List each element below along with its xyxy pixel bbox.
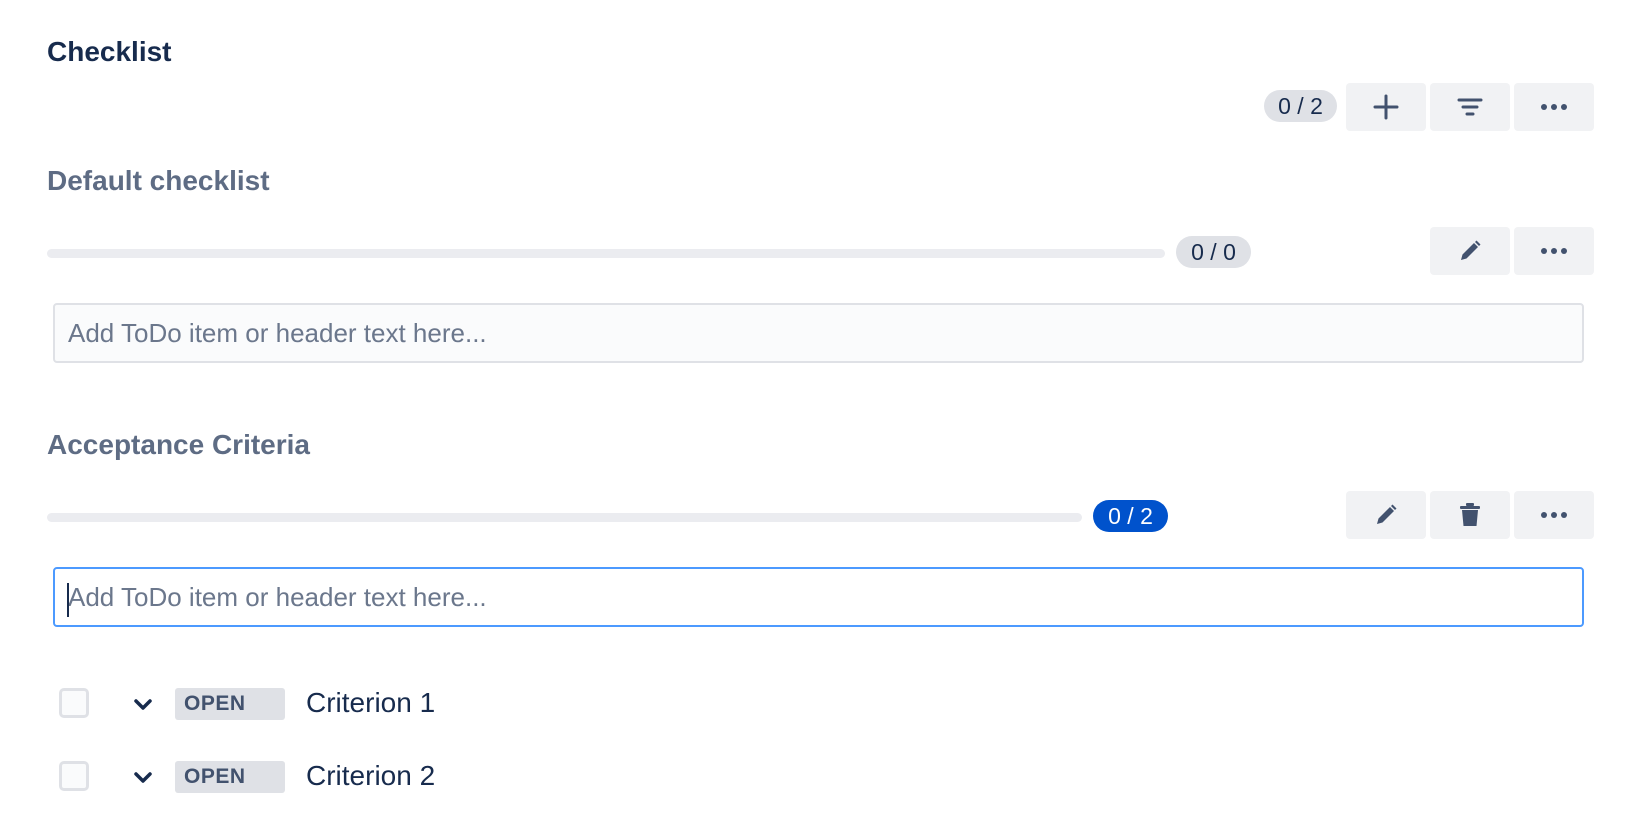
trash-icon	[1459, 503, 1481, 527]
add-item-input[interactable]	[53, 567, 1584, 627]
more-icon	[1540, 103, 1568, 111]
add-item-input[interactable]	[53, 303, 1584, 363]
more-actions-button[interactable]	[1514, 83, 1594, 131]
edit-icon	[1458, 239, 1482, 263]
checklist-more-button[interactable]	[1514, 491, 1594, 539]
page-title: Checklist	[47, 36, 172, 67]
text-cursor	[67, 583, 69, 617]
status-lozenge[interactable]: OPEN	[175, 688, 285, 720]
chevron-down-icon[interactable]	[131, 765, 155, 789]
more-icon	[1540, 511, 1568, 519]
filter-button[interactable]	[1430, 83, 1510, 131]
item-text[interactable]: Criterion 2	[306, 759, 435, 793]
checklist-title: Acceptance Criteria	[47, 429, 311, 460]
status-lozenge[interactable]: OPEN	[175, 761, 285, 793]
overall-progress-badge: 0 / 2	[1264, 90, 1337, 122]
edit-icon	[1374, 503, 1398, 527]
delete-checklist-button[interactable]	[1430, 491, 1510, 539]
edit-checklist-button[interactable]	[1346, 491, 1426, 539]
checklist-title: Default checklist	[47, 165, 270, 196]
checklist-progress-badge: 0 / 0	[1176, 236, 1251, 268]
item-checkbox[interactable]	[59, 688, 89, 718]
checklist-progress-bar	[47, 513, 1082, 522]
filter-icon	[1456, 95, 1484, 119]
item-text[interactable]: Criterion 1	[306, 686, 435, 720]
plus-icon	[1372, 93, 1400, 121]
checklist-progress-badge: 0 / 2	[1093, 500, 1168, 532]
chevron-down-icon[interactable]	[131, 692, 155, 716]
item-checkbox[interactable]	[59, 761, 89, 791]
add-checklist-button[interactable]	[1346, 83, 1426, 131]
edit-checklist-button[interactable]	[1430, 227, 1510, 275]
checklist-more-button[interactable]	[1514, 227, 1594, 275]
checklist-progress-bar	[47, 249, 1165, 258]
more-icon	[1540, 247, 1568, 255]
